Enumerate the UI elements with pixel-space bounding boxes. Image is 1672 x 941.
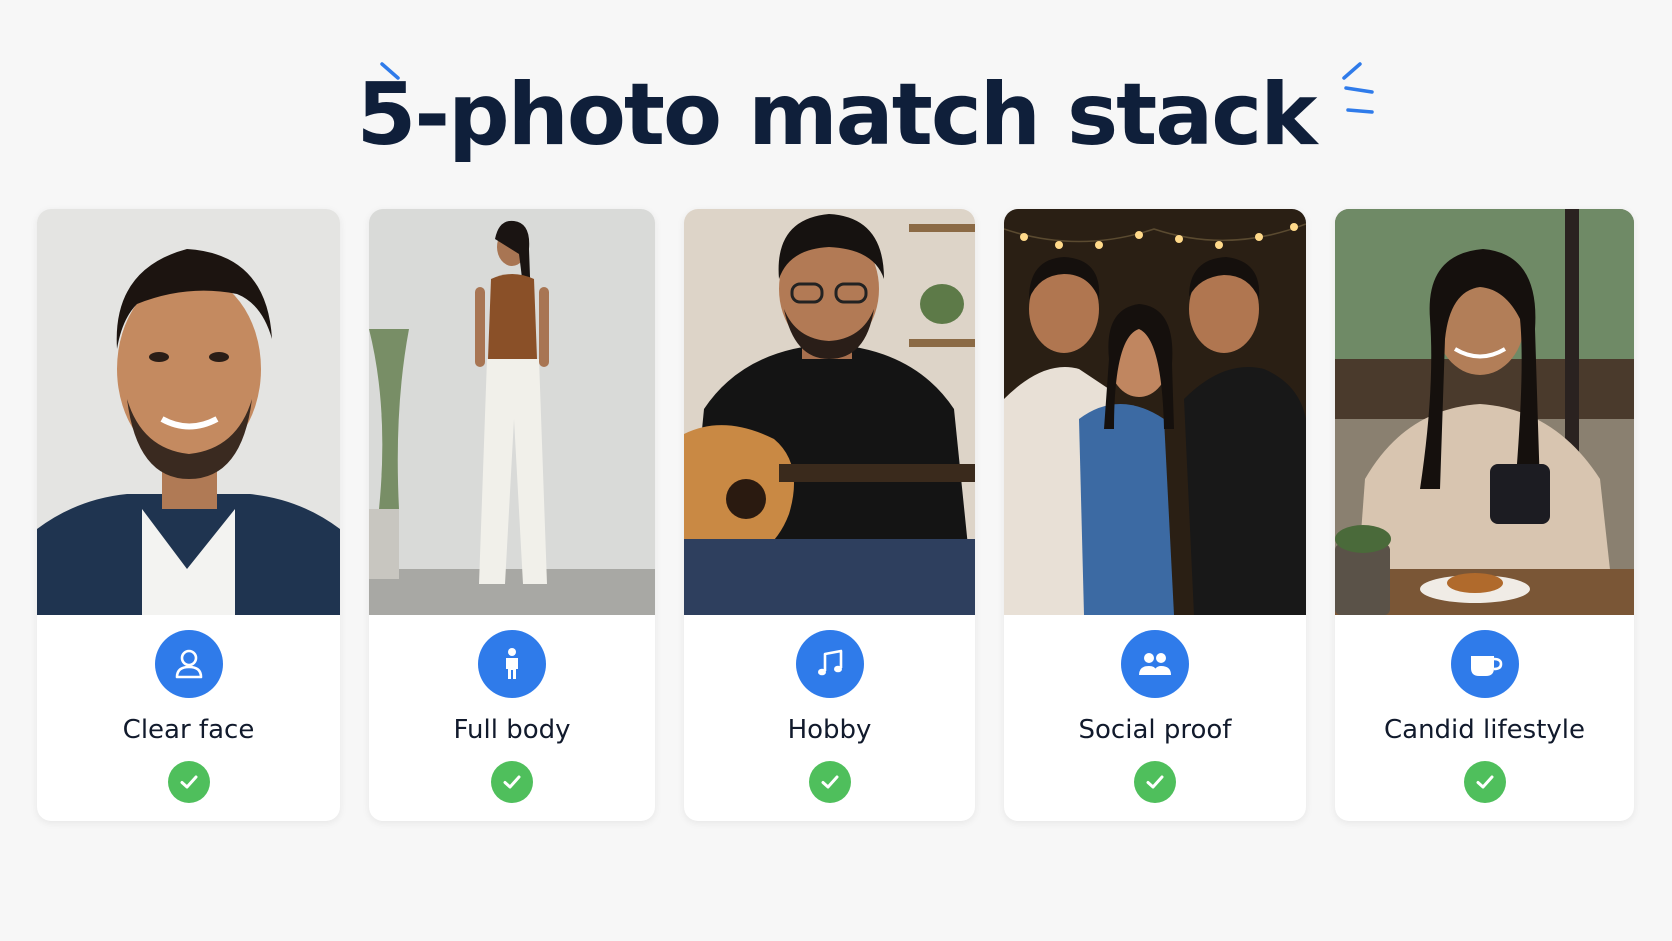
title-container: 5-photo match stack <box>0 55 1672 175</box>
photo-hobby <box>684 209 975 615</box>
card-label: Full body <box>453 715 571 745</box>
photo-card-social-proof[interactable]: Social proof <box>1004 209 1306 821</box>
page-title: 5-photo match stack <box>356 65 1318 165</box>
photo-candid-lifestyle <box>1335 209 1634 615</box>
coffee-cup-icon <box>1470 656 1502 676</box>
photo-card-candid-lifestyle[interactable]: Candid lifestyle <box>1335 209 1634 821</box>
badge-person <box>154 630 223 698</box>
card-label: Candid lifestyle <box>1383 715 1585 745</box>
badge-standing-figure <box>478 630 546 698</box>
music-note-icon <box>817 649 842 676</box>
check-icon <box>808 761 851 803</box>
photo-card-hobby[interactable]: Hobby <box>684 209 975 821</box>
badge-group <box>1121 630 1189 698</box>
photo-card-full-body[interactable]: Full body <box>369 209 655 821</box>
sparkle-lines-right-icon <box>1342 62 1374 114</box>
card-label: Social proof <box>1078 715 1232 745</box>
group-icon <box>1139 653 1171 675</box>
photo-clear-face <box>37 209 340 615</box>
photo-card-clear-face[interactable]: Clear face <box>37 209 340 821</box>
photo-social-proof <box>1004 209 1306 615</box>
card-label: Clear face <box>122 715 255 745</box>
person-icon <box>175 649 202 679</box>
check-icon <box>491 761 533 803</box>
badge-music-note <box>795 630 864 698</box>
standing-figure-icon <box>506 648 518 679</box>
photo-cards-row: Clear face Full body Hobby Social proof … <box>0 209 1672 821</box>
photo-full-body <box>369 209 655 615</box>
check-icon <box>1134 761 1176 803</box>
card-label: Hobby <box>787 715 872 745</box>
check-icon <box>167 761 210 803</box>
check-icon <box>1463 761 1506 803</box>
badge-coffee-cup <box>1450 630 1519 698</box>
